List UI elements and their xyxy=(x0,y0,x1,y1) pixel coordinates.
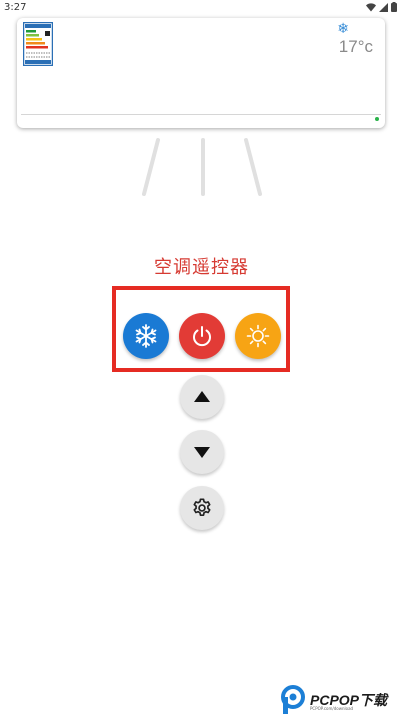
pcpop-logo-icon xyxy=(281,685,305,714)
settings-button[interactable] xyxy=(180,486,224,530)
airflow-lines-icon xyxy=(142,138,262,196)
temperature-down-button[interactable] xyxy=(180,430,224,474)
power-icon xyxy=(193,326,211,347)
watermark: PCPOP下载 PCPOP.com/download xyxy=(280,684,400,716)
snowflake-icon xyxy=(135,324,157,348)
status-icons xyxy=(366,2,397,12)
battery-icon xyxy=(391,2,397,12)
gear-icon xyxy=(193,498,211,516)
triangle-up-icon xyxy=(194,391,210,402)
power-button[interactable] xyxy=(179,313,225,359)
temperature-up-button[interactable] xyxy=(180,375,224,419)
energy-label-icon xyxy=(23,22,53,66)
ac-vent-divider xyxy=(21,114,381,115)
ac-status-led xyxy=(375,117,379,121)
triangle-down-icon xyxy=(194,447,210,458)
heat-mode-button[interactable] xyxy=(235,313,281,359)
wifi-icon xyxy=(366,2,376,11)
cool-mode-button[interactable] xyxy=(123,313,169,359)
page-title: 空调遥控器 xyxy=(154,257,249,278)
sun-icon xyxy=(246,324,270,348)
watermark-subtext: PCPOP.com/download xyxy=(310,706,354,711)
temperature-display: 17°c xyxy=(338,37,373,56)
status-bar: 3:27 xyxy=(0,0,403,16)
air-conditioner-display: ❄ 17°c xyxy=(17,18,385,128)
signal-icon xyxy=(379,2,388,12)
status-time: 3:27 xyxy=(4,2,27,13)
snowflake-icon: ❄ xyxy=(337,21,349,37)
